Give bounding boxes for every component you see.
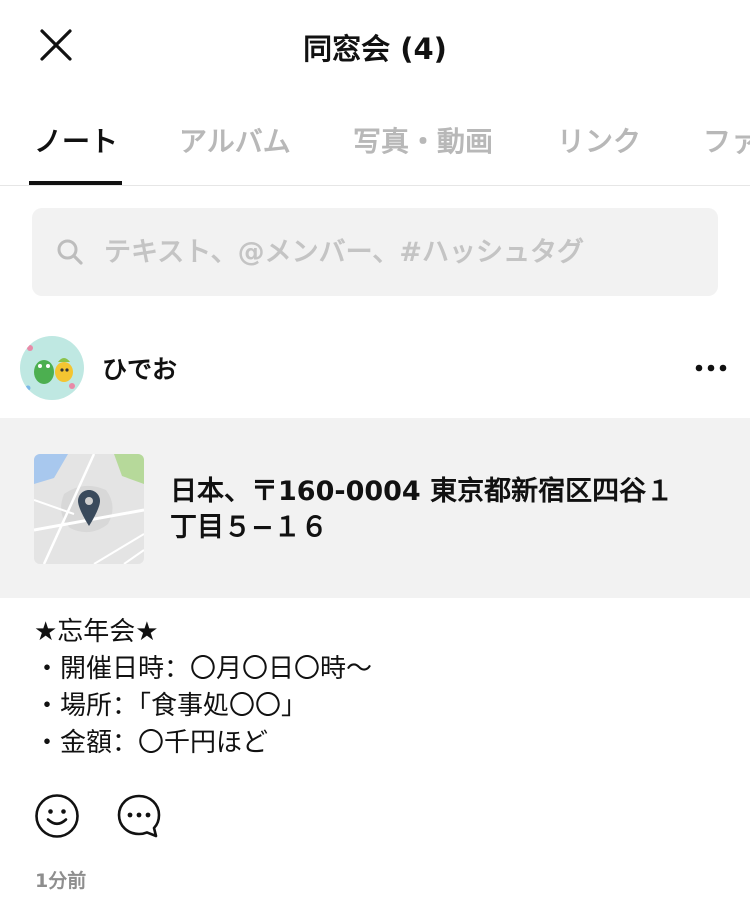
location-address: 日本、〒160-0004 東京都新宿区四谷１丁目５−１６ xyxy=(170,476,674,543)
comment-icon xyxy=(117,794,161,838)
tab-files[interactable]: ファ xyxy=(703,120,750,160)
search-icon xyxy=(56,237,86,267)
comment-button[interactable] xyxy=(115,792,163,840)
post-body-line: ・場所：「食事処〇〇」 xyxy=(34,691,308,721)
post-body-line: ★忘年会★ xyxy=(34,617,159,647)
post-body: ★忘年会★ ・開催日時：〇月〇日〇時〜 ・場所：「食事処〇〇」 ・金額：〇千円ほ… xyxy=(34,614,372,762)
tab-album[interactable]: アルバム xyxy=(179,120,291,160)
post-timestamp: 1分前 xyxy=(35,870,87,892)
header: 同窓会 (4) xyxy=(0,0,750,92)
active-tab-indicator xyxy=(29,181,122,185)
location-card[interactable]: 日本、〒160-0004 東京都新宿区四谷１丁目５−１６ xyxy=(0,418,750,598)
post-body-line: ・金額：〇千円ほど xyxy=(34,728,269,758)
reaction-button[interactable] xyxy=(33,792,81,840)
more-icon xyxy=(695,364,727,372)
tab-note[interactable]: ノート xyxy=(34,120,118,160)
post-author[interactable]: ひでお xyxy=(20,336,177,400)
tab-photos-videos[interactable]: 写真・動画 xyxy=(353,120,493,160)
search-input[interactable] xyxy=(104,236,704,268)
avatar[interactable] xyxy=(20,336,84,400)
smiley-icon xyxy=(35,794,79,838)
search-bar[interactable] xyxy=(32,208,718,296)
page-title: 同窓会 (4) xyxy=(303,32,447,66)
map-pin-icon xyxy=(78,490,100,526)
post-body-line: ・開催日時：〇月〇日〇時〜 xyxy=(34,654,373,684)
post-actions xyxy=(33,792,163,840)
tab-bar: ノート アルバム 写真・動画 リンク ファ xyxy=(0,92,750,186)
map-thumbnail[interactable] xyxy=(34,454,144,564)
author-name[interactable]: ひでお xyxy=(102,350,177,386)
tab-links[interactable]: リンク xyxy=(557,120,641,160)
more-options-button[interactable] xyxy=(692,354,730,382)
